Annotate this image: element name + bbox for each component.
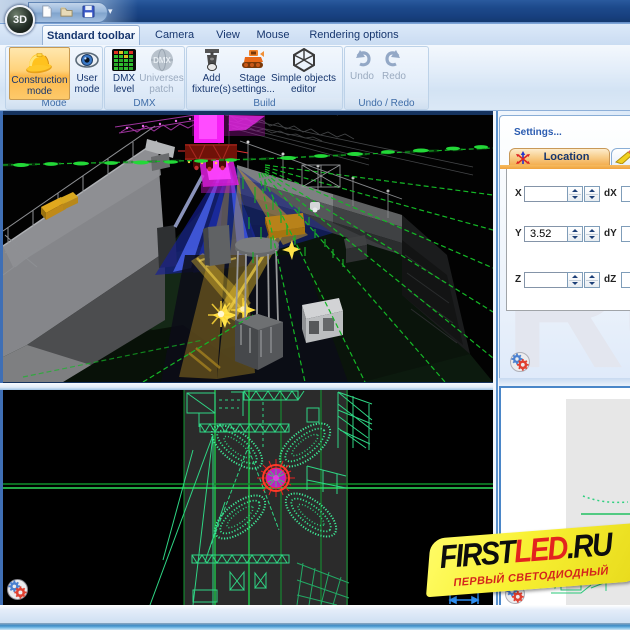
svg-text:DMX: DMX [153,56,171,65]
